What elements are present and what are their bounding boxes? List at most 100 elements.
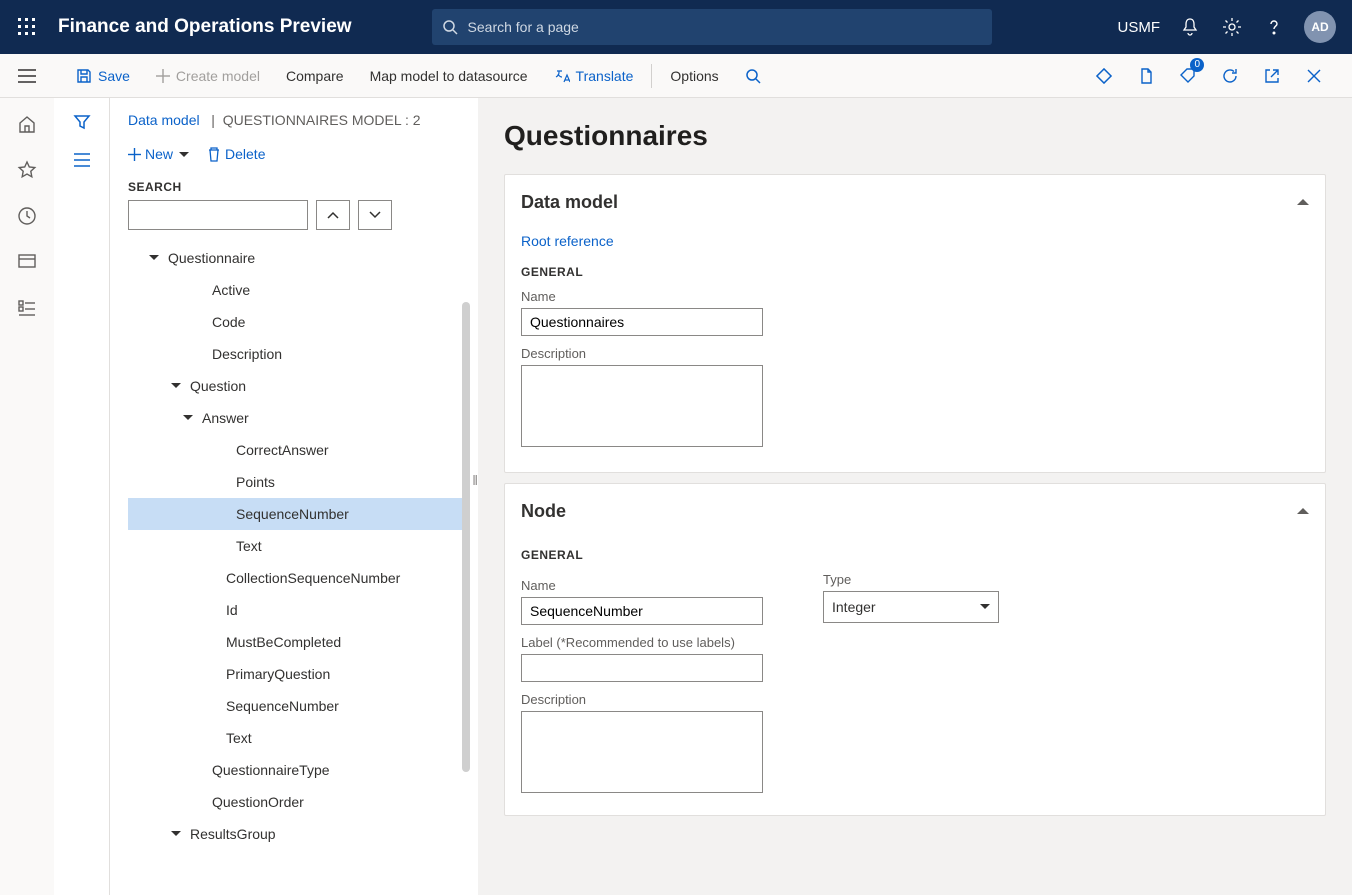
tree-search-input[interactable]: [128, 200, 308, 230]
tree-node-question-sequencenumber[interactable]: SequenceNumber: [128, 690, 468, 722]
node-card-header[interactable]: Node: [505, 484, 1325, 538]
list-icon: [72, 152, 92, 168]
messages-badge: 0: [1190, 58, 1204, 72]
tree-node-question[interactable]: Question: [128, 370, 468, 402]
save-button[interactable]: Save: [64, 62, 142, 90]
search-prev-button[interactable]: [316, 200, 350, 230]
tree-node-answer[interactable]: Answer: [128, 402, 468, 434]
global-search-placeholder: Search for a page: [468, 19, 579, 35]
model-desc-label: Description: [521, 346, 1309, 361]
form-pane: Questionnaires Data model Root reference…: [478, 98, 1352, 895]
search-label: SEARCH: [128, 180, 468, 194]
search-icon: [442, 19, 458, 35]
tree-pane: Data model | QUESTIONNAIRES MODEL : 2 Ne…: [110, 98, 478, 895]
related-info-button[interactable]: [1086, 58, 1122, 94]
home-icon: [17, 114, 37, 134]
panel-side-column: [54, 98, 110, 895]
node-label-input[interactable]: [521, 654, 763, 682]
settings-button[interactable]: [1220, 15, 1244, 39]
tree-scrollbar[interactable]: [462, 302, 470, 772]
nav-pane-toggle[interactable]: [0, 54, 54, 97]
tree-node-question-text[interactable]: Text: [128, 722, 468, 754]
model-name-input[interactable]: [521, 308, 763, 336]
tree-node-mustbecompleted[interactable]: MustBeCompleted: [128, 626, 468, 658]
splitter-handle[interactable]: ‖: [472, 472, 478, 488]
workspace-icon: [17, 252, 37, 272]
tree-node-answer-sequencenumber[interactable]: SequenceNumber: [128, 498, 468, 530]
star-icon: [17, 160, 37, 180]
find-button[interactable]: [733, 62, 773, 90]
create-model-button: Create model: [144, 62, 272, 90]
hamburger-icon: [18, 69, 36, 83]
bell-icon: [1180, 17, 1200, 37]
tree-node-resultsgroup[interactable]: ResultsGroup: [128, 818, 468, 850]
search-icon: [745, 68, 761, 84]
workspaces-nav[interactable]: [15, 250, 39, 274]
list-pane-toggle[interactable]: [72, 152, 92, 168]
tree-node-points[interactable]: Points: [128, 466, 468, 498]
attachments-button[interactable]: [1128, 58, 1164, 94]
modules-nav[interactable]: [15, 296, 39, 320]
map-model-button[interactable]: Map model to datasource: [358, 62, 540, 90]
model-tree: Questionnaire Active Code Description Qu…: [128, 242, 468, 802]
close-icon: [1306, 68, 1322, 84]
legal-entity[interactable]: USMF: [1118, 19, 1161, 36]
data-model-card-header[interactable]: Data model: [505, 175, 1325, 229]
node-card: Node GENERAL Name Label (*Recommended to…: [504, 483, 1326, 816]
tree-node-questionorder[interactable]: QuestionOrder: [128, 786, 468, 818]
tree-node-correctanswer[interactable]: CorrectAnswer: [128, 434, 468, 466]
refresh-icon: [1221, 67, 1239, 85]
node-desc-label: Description: [521, 692, 763, 707]
tree-node-collectionseq[interactable]: CollectionSequenceNumber: [128, 562, 468, 594]
tree-node-answer-text[interactable]: Text: [128, 530, 468, 562]
filter-pane-toggle[interactable]: [72, 112, 92, 132]
node-type-label: Type: [823, 572, 999, 587]
notifications-button[interactable]: [1178, 15, 1202, 39]
search-next-button[interactable]: [358, 200, 392, 230]
expand-icon[interactable]: [168, 378, 184, 394]
favorites-nav[interactable]: [15, 158, 39, 182]
compare-button[interactable]: Compare: [274, 62, 356, 90]
close-button[interactable]: [1296, 58, 1332, 94]
data-model-card: Data model Root reference GENERAL Name D…: [504, 174, 1326, 473]
model-desc-input[interactable]: [521, 365, 763, 447]
popout-button[interactable]: [1254, 58, 1290, 94]
global-search[interactable]: Search for a page: [432, 9, 992, 45]
home-nav[interactable]: [15, 112, 39, 136]
tree-node-questionnairetype[interactable]: QuestionnaireType: [128, 754, 468, 786]
node-general-label: GENERAL: [521, 548, 763, 562]
messages-button[interactable]: 0: [1170, 58, 1206, 94]
refresh-button[interactable]: [1212, 58, 1248, 94]
node-name-input[interactable]: [521, 597, 763, 625]
user-avatar[interactable]: AD: [1304, 11, 1336, 43]
expand-icon[interactable]: [180, 410, 196, 426]
breadcrumb: Data model | QUESTIONNAIRES MODEL : 2: [128, 112, 468, 128]
tree-node-code[interactable]: Code: [128, 306, 468, 338]
root-reference-link[interactable]: Root reference: [521, 233, 614, 249]
delete-node-button[interactable]: Delete: [207, 146, 265, 162]
tree-node-id[interactable]: Id: [128, 594, 468, 626]
expand-icon[interactable]: [146, 250, 162, 266]
left-navigation-rail: [0, 98, 54, 895]
popout-icon: [1264, 68, 1280, 84]
breadcrumb-root[interactable]: Data model: [128, 112, 200, 128]
chevron-up-icon: [1297, 501, 1309, 522]
tree-node-active[interactable]: Active: [128, 274, 468, 306]
modules-icon: [17, 298, 37, 318]
recent-nav[interactable]: [15, 204, 39, 228]
new-node-button[interactable]: New: [128, 146, 189, 162]
app-launcher-button[interactable]: [6, 6, 48, 48]
node-name-label: Name: [521, 578, 763, 593]
trash-icon: [207, 147, 221, 162]
chevron-up-icon: [1297, 192, 1309, 213]
tree-node-description[interactable]: Description: [128, 338, 468, 370]
page-icon: [1138, 68, 1154, 84]
expand-icon[interactable]: [168, 826, 184, 842]
tree-node-primaryquestion[interactable]: PrimaryQuestion: [128, 658, 468, 690]
node-desc-input[interactable]: [521, 711, 763, 793]
node-type-select[interactable]: Integer: [823, 591, 999, 623]
help-button[interactable]: [1262, 15, 1286, 39]
options-button[interactable]: Options: [658, 62, 730, 90]
tree-node-questionnaire[interactable]: Questionnaire: [128, 242, 468, 274]
translate-button[interactable]: Translate: [542, 62, 646, 90]
